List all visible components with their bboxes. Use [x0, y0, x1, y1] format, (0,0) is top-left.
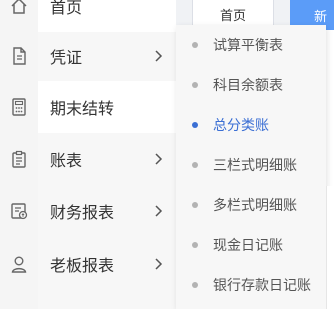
chevron-right-icon [155, 205, 163, 217]
submenu-item-label: 科目余额表 [213, 78, 283, 94]
menu-item-financial-reports[interactable]: 财务报表 [38, 185, 176, 237]
chevron-right-icon [155, 153, 163, 165]
ledger-submenu: 试算平衡表 科目余额表 总分类账 三栏式明细账 多栏式明细账 现金日记账 银行存… [176, 25, 326, 309]
chevron-right-icon [155, 50, 163, 62]
tab-label: 新 [314, 9, 328, 25]
menu-item-label: 财务报表 [50, 203, 115, 222]
menu-item-voucher[interactable]: 凭证 [38, 30, 176, 82]
financial-report-icon[interactable] [0, 185, 38, 237]
sidebar-icon-column [0, 0, 39, 309]
menu-item-label: 老板报表 [50, 256, 115, 275]
submenu-item-bank-journal[interactable]: 银行存款日记账 [176, 265, 326, 305]
submenu-item-trial-balance[interactable]: 试算平衡表 [176, 25, 326, 65]
menu-item-label: 期末结转 [50, 99, 115, 118]
bullet-dot [192, 242, 198, 248]
bullet-dot [192, 202, 198, 208]
calculator-icon[interactable] [0, 81, 38, 133]
tab-label: 首页 [219, 9, 246, 24]
clipboard-icon[interactable] [0, 133, 38, 185]
menu-item-label: 账表 [50, 151, 83, 170]
submenu-item-three-column-ledger[interactable]: 三栏式明细账 [176, 145, 326, 185]
bullet-dot [192, 122, 198, 128]
home-icon[interactable] [0, 0, 38, 32]
submenu-item-label: 三栏式明细账 [213, 158, 297, 174]
menu-item-boss-reports[interactable]: 老板报表 [38, 238, 176, 290]
menu-item-label: 首页 [50, 0, 83, 17]
menu-item-home[interactable]: 首页 [38, 0, 176, 32]
submenu-item-label: 试算平衡表 [213, 38, 283, 54]
bullet-dot [192, 282, 198, 288]
bullet-dot [192, 162, 198, 168]
submenu-item-general-ledger[interactable]: 总分类账 [176, 105, 326, 145]
submenu-item-cash-journal[interactable]: 现金日记账 [176, 225, 326, 265]
main-menu: 首页 凭证 期末结转 账表 财务报表 老板报表 [38, 0, 176, 309]
menu-item-label: 凭证 [50, 48, 83, 67]
submenu-item-label: 银行存款日记账 [213, 278, 311, 294]
submenu-item-label: 现金日记账 [213, 238, 283, 254]
document-icon[interactable] [0, 30, 38, 82]
menu-item-period-end[interactable]: 期末结转 [38, 81, 176, 133]
bullet-dot [192, 42, 198, 48]
bullet-dot [192, 82, 198, 88]
submenu-item-label: 多栏式明细账 [213, 198, 297, 214]
menu-item-ledgers[interactable]: 账表 [38, 133, 176, 185]
submenu-item-multi-column-ledger[interactable]: 多栏式明细账 [176, 185, 326, 225]
submenu-item-account-balance[interactable]: 科目余额表 [176, 65, 326, 105]
user-icon[interactable] [0, 238, 38, 290]
content-panel-edge [326, 186, 334, 309]
submenu-item-label: 总分类账 [213, 118, 269, 134]
chevron-right-icon [155, 258, 163, 270]
